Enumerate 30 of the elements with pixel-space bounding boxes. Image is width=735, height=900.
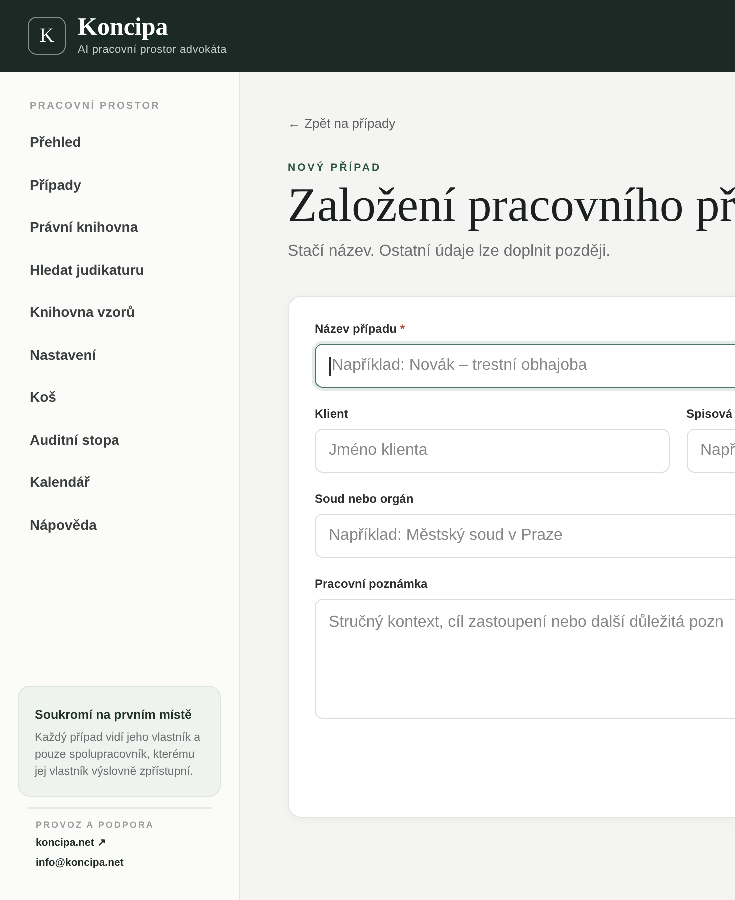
back-link[interactable]: ← Zpět na případy: [288, 115, 396, 133]
eyebrow-label: NOVÝ PŘÍPAD: [288, 161, 382, 175]
field-label: Soud nebo orgán: [315, 491, 414, 507]
field-label: Pracovní poznámka: [315, 576, 428, 592]
logo-mark: K: [28, 17, 66, 55]
brand-name: Koncipa: [78, 16, 170, 40]
privacy-text: Každý případ vidí jeho vlastník a pouze spolupracovník, kterému jej vlastník výslovně zpřístupní.: [35, 731, 202, 780]
nav-item[interactable]: Právní knihovna: [0, 206, 168, 248]
nav-item[interactable]: Hledat judikaturu: [0, 248, 174, 291]
field-label: Spisová: [686, 406, 733, 422]
privacy-title: Soukromí na prvním místě: [35, 707, 193, 723]
nav-item[interactable]: Přehled: [0, 121, 112, 164]
support-label: PROVOZ A PODPORA: [36, 820, 154, 831]
nav-item[interactable]: Kalendář: [0, 461, 120, 504]
input-field[interactable]: Například: Novák – trestní obhajoba: [315, 344, 735, 388]
field-label: Klient: [315, 406, 348, 422]
nav-item[interactable]: Knihovna vzorů: [0, 291, 166, 334]
page-subtitle: Stačí název. Ostatní údaje lze doplnit později.: [288, 242, 611, 262]
textarea-field[interactable]: Stručný kontext, cíl zastoupení nebo další důležitá pozn: [315, 599, 735, 719]
nav-item[interactable]: Auditní stopa: [0, 418, 150, 461]
nav-item[interactable]: Nastavení: [0, 334, 126, 376]
brand-tagline: AI pracovní prostor advokáta: [78, 43, 228, 57]
section-label: PRACOVNÍ PROSTOR: [29, 101, 160, 113]
nav-item[interactable]: Případy: [0, 164, 112, 206]
text-cursor-icon: [329, 357, 330, 376]
field-label: Název případu *: [315, 321, 406, 337]
support-link[interactable]: info@koncipa.net: [36, 856, 124, 870]
support-link[interactable]: koncipa.net ↗: [36, 836, 106, 850]
nav-item[interactable]: Koš: [0, 376, 86, 418]
nav-item[interactable]: Nápověda: [0, 504, 127, 546]
